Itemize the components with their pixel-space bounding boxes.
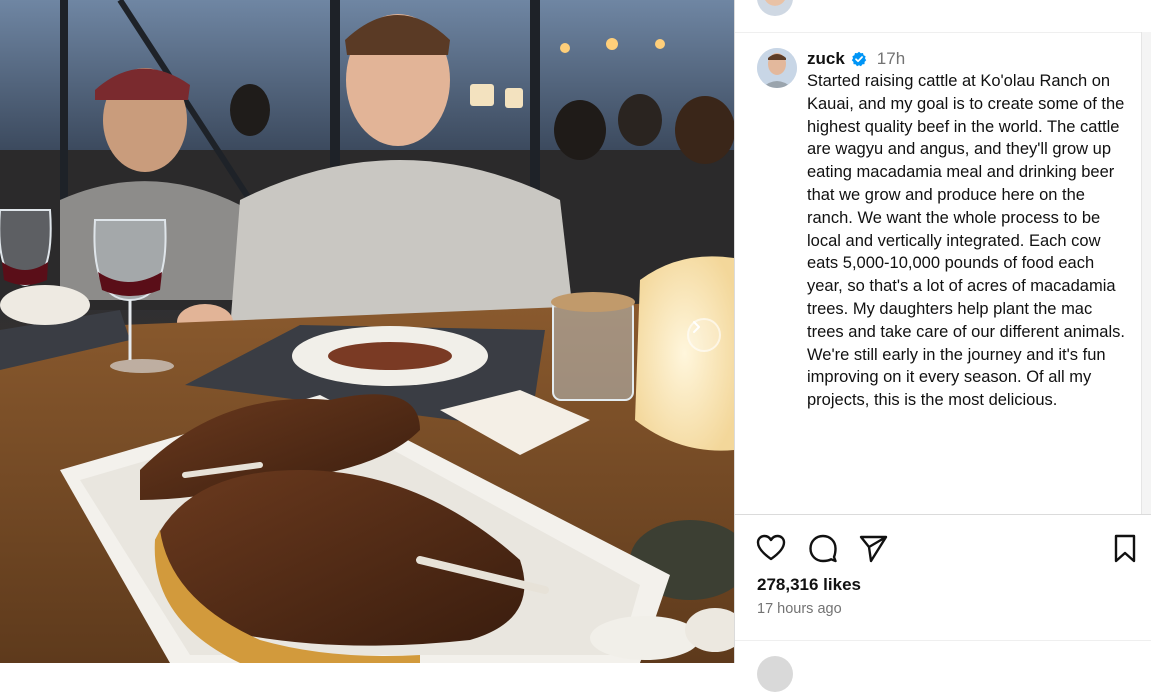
- post-header: [735, 0, 1151, 33]
- avatar-face: [757, 48, 797, 88]
- author-row: zuck 17h: [807, 48, 905, 70]
- divider: [735, 514, 1151, 515]
- header-avatar[interactable]: [757, 0, 793, 16]
- post-time[interactable]: 17h: [877, 49, 905, 69]
- next-photo-button[interactable]: [687, 318, 721, 352]
- likes-count[interactable]: 278,316 likes: [757, 575, 861, 595]
- photo-illustration: [0, 0, 734, 663]
- action-bar: [735, 530, 1151, 570]
- bookmark-icon[interactable]: [1109, 532, 1141, 564]
- heart-icon[interactable]: [755, 532, 787, 564]
- bottom-divider: [735, 640, 1151, 641]
- comment-avatar: [757, 656, 793, 692]
- username[interactable]: zuck: [807, 49, 845, 69]
- posted-time[interactable]: 17 hours ago: [757, 601, 842, 617]
- post-details-panel: zuck 17h Started raising cattle at Ko'ol…: [734, 0, 1151, 692]
- caption-section: zuck 17h Started raising cattle at Ko'ol…: [735, 32, 1141, 514]
- send-icon[interactable]: [857, 532, 889, 564]
- comment-icon[interactable]: [807, 532, 839, 564]
- chevron-right-icon: [693, 321, 700, 333]
- post-photo[interactable]: [0, 0, 734, 663]
- caption-scrollbar[interactable]: [1141, 32, 1151, 514]
- avatar[interactable]: [757, 48, 797, 88]
- verified-badge-icon: [851, 51, 866, 67]
- post-caption: Started raising cattle at Ko'olau Ranch …: [807, 72, 1125, 410]
